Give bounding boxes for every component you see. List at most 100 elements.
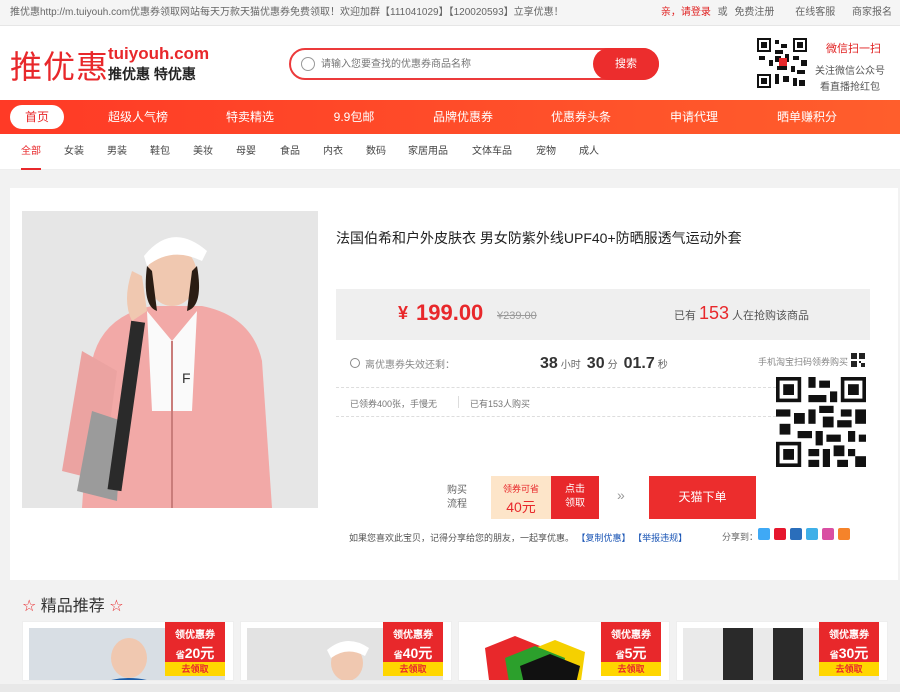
category-sports-car[interactable]: 文体车品	[472, 134, 512, 170]
coupon-qr-code-icon	[776, 377, 866, 467]
coupon-savings-label: 领券可省	[502, 484, 539, 494]
qr-code-icon[interactable]	[851, 353, 865, 367]
recommend-card[interactable]: 领优惠券 省5元 去领取	[458, 621, 670, 681]
register-link[interactable]: 免费注册	[734, 7, 774, 18]
category-food[interactable]: 食品	[280, 134, 300, 170]
category-baby[interactable]: 母婴	[236, 134, 256, 170]
logo-domain: tuiyouh.com	[108, 44, 210, 63]
category-digital[interactable]: 数码	[366, 134, 386, 170]
countdown-hours: 38	[540, 355, 558, 372]
countdown-seconds-unit: 秒	[657, 360, 668, 371]
coupon-badge[interactable]: 领优惠券 省20元 去领取	[165, 622, 225, 676]
wechat-follow-label: 关注微信公众号	[815, 66, 885, 77]
category-pets[interactable]: 宠物	[536, 134, 556, 170]
coupon-badge[interactable]: 领优惠券 省5元 去领取	[601, 622, 661, 676]
top-links: 亲，请登录 或 免费注册 在线客服 商家报名	[651, 0, 892, 26]
nav-item-apply-agent[interactable]: 申请代理	[666, 100, 722, 134]
share-renren-icon[interactable]	[790, 528, 802, 540]
badge-save-amount: 40元	[402, 645, 433, 661]
category-underwear[interactable]: 内衣	[323, 134, 343, 170]
product-photo-illustration: F	[22, 211, 318, 508]
nav-item-specials[interactable]: 特卖精选	[222, 100, 278, 134]
buyers-prefix: 已有	[674, 310, 696, 322]
star-icon: ☆	[22, 598, 37, 615]
coupon-badge[interactable]: 领优惠券 省40元 去领取	[383, 622, 443, 676]
search-bar: 搜索	[289, 48, 659, 80]
currency-symbol: ¥	[398, 303, 409, 323]
countdown-seconds: 01.7	[623, 355, 655, 372]
divider	[336, 387, 776, 388]
divider	[458, 396, 459, 408]
product-image[interactable]: F	[22, 211, 318, 508]
site-notice: 推优惠http://m.tuiyouh.com优惠券领取网站每天万款天猫优惠券免…	[10, 7, 564, 18]
nav-item-99-shipping[interactable]: 9.9包邮	[330, 100, 378, 134]
nav-item-coupon-news[interactable]: 优惠券头条	[548, 100, 614, 134]
nav-item-share-points[interactable]: 晒单赚积分	[774, 100, 840, 134]
category-shoes-bags[interactable]: 鞋包	[150, 134, 170, 170]
original-price: ¥239.00	[497, 310, 537, 322]
share-tip: 如果您喜欢此宝贝，记得分享给您的朋友，一起享优惠。 【复制优惠】 【举报违规】	[349, 531, 687, 544]
recommend-card[interactable]: 领优惠券 省30元 去领取	[676, 621, 888, 681]
svg-text:F: F	[182, 370, 191, 386]
tmall-order-button[interactable]: 天猫下单	[649, 476, 756, 519]
login-link[interactable]: 亲，请登录	[661, 7, 711, 18]
badge-action[interactable]: 去领取	[601, 662, 661, 676]
badge-action[interactable]: 去领取	[165, 662, 225, 676]
nav-item-home[interactable]: 首页	[10, 105, 64, 129]
category-home[interactable]: 家居用品	[408, 134, 448, 170]
buyers-suffix: 人在抢购该商品	[732, 310, 810, 322]
badge-save-amount: 5元	[624, 645, 647, 661]
category-beauty[interactable]: 美妆	[193, 134, 213, 170]
badge-title: 领优惠券	[175, 630, 215, 641]
main-nav: 首页 超级人气榜 特卖精选 9.9包邮 品牌优惠券 优惠券头条 申请代理 晒单赚…	[0, 100, 900, 134]
copy-coupon-link[interactable]: 【复制优惠】	[577, 533, 631, 543]
share-weibo-icon[interactable]	[774, 528, 786, 540]
nav-item-brand-coupons[interactable]: 品牌优惠券	[430, 100, 496, 134]
buyers-info: 已有 153 人在抢购该商品	[674, 303, 809, 324]
share-label: 分享到：	[722, 532, 759, 542]
claim-coupon-button[interactable]: 点击领取	[551, 476, 599, 519]
coupons-claimed: 已领券400张，手慢无	[350, 399, 438, 409]
search-input[interactable]	[321, 53, 581, 75]
logo[interactable]: 推优惠	[10, 42, 109, 88]
badge-action[interactable]: 去领取	[383, 662, 443, 676]
buyers-count: 153	[699, 303, 730, 323]
report-link[interactable]: 【举报违规】	[633, 533, 687, 543]
countdown-minutes: 30	[586, 355, 605, 372]
wechat-qr-code-icon	[755, 36, 809, 90]
wechat-live-label: 看直播抢红包	[820, 82, 880, 93]
star-icon: ☆	[109, 598, 124, 615]
recommend-card[interactable]: 领优惠券 省40元 去领取	[240, 621, 452, 681]
merchant-link[interactable]: 商家报名	[852, 7, 892, 18]
coupon-badge[interactable]: 领优惠券 省30元 去领取	[819, 622, 879, 676]
share-tqq-icon[interactable]	[806, 528, 818, 540]
search-button[interactable]: 搜索	[593, 48, 659, 80]
badge-title: 领优惠券	[829, 630, 869, 641]
wechat-scan-label: 微信扫一扫	[826, 43, 881, 55]
nav-item-popular[interactable]: 超级人气榜	[104, 100, 172, 134]
share-tip-text: 如果您喜欢此宝贝，记得分享给您的朋友，一起享优惠。	[349, 533, 575, 543]
category-bar: 全部 女装 男装 鞋包 美妆 母婴 食品 内衣 数码 家居用品 文体车品 宠物 …	[0, 134, 900, 170]
header: 推优惠 tuiyouh.com 推优惠 特优惠 搜索 微信扫一扫 关注微信公众号…	[0, 26, 900, 100]
horizontal-scrollbar[interactable]	[0, 684, 900, 692]
top-bar: 推优惠http://m.tuiyouh.com优惠券领取网站每天万款天猫优惠券免…	[0, 0, 900, 26]
category-all[interactable]: 全部	[21, 134, 41, 170]
category-adult[interactable]: 成人	[579, 134, 599, 170]
purchase-flow-label: 购买流程	[447, 485, 467, 510]
recommend-heading: ☆ 精品推荐 ☆	[22, 592, 124, 616]
service-link[interactable]: 在线客服	[795, 7, 835, 18]
share-more-icon[interactable]	[838, 528, 850, 540]
countdown-hours-unit: 小时	[560, 360, 581, 371]
share-qzone-icon[interactable]	[758, 528, 770, 540]
recommend-card[interactable]: 领优惠券 省20元 去领取	[22, 621, 234, 681]
badge-save-prefix: 省	[829, 650, 839, 660]
countdown-minutes-unit: 分	[607, 360, 618, 371]
share-douban-icon[interactable]	[822, 528, 834, 540]
badge-saving: 省5元	[601, 643, 661, 663]
category-women[interactable]: 女装	[64, 134, 84, 170]
badge-title: 领优惠券	[611, 630, 651, 641]
badge-action[interactable]: 去领取	[819, 662, 879, 676]
flow-arrows-icon: »	[617, 487, 625, 503]
category-men[interactable]: 男装	[107, 134, 127, 170]
badge-saving: 省40元	[383, 643, 443, 663]
